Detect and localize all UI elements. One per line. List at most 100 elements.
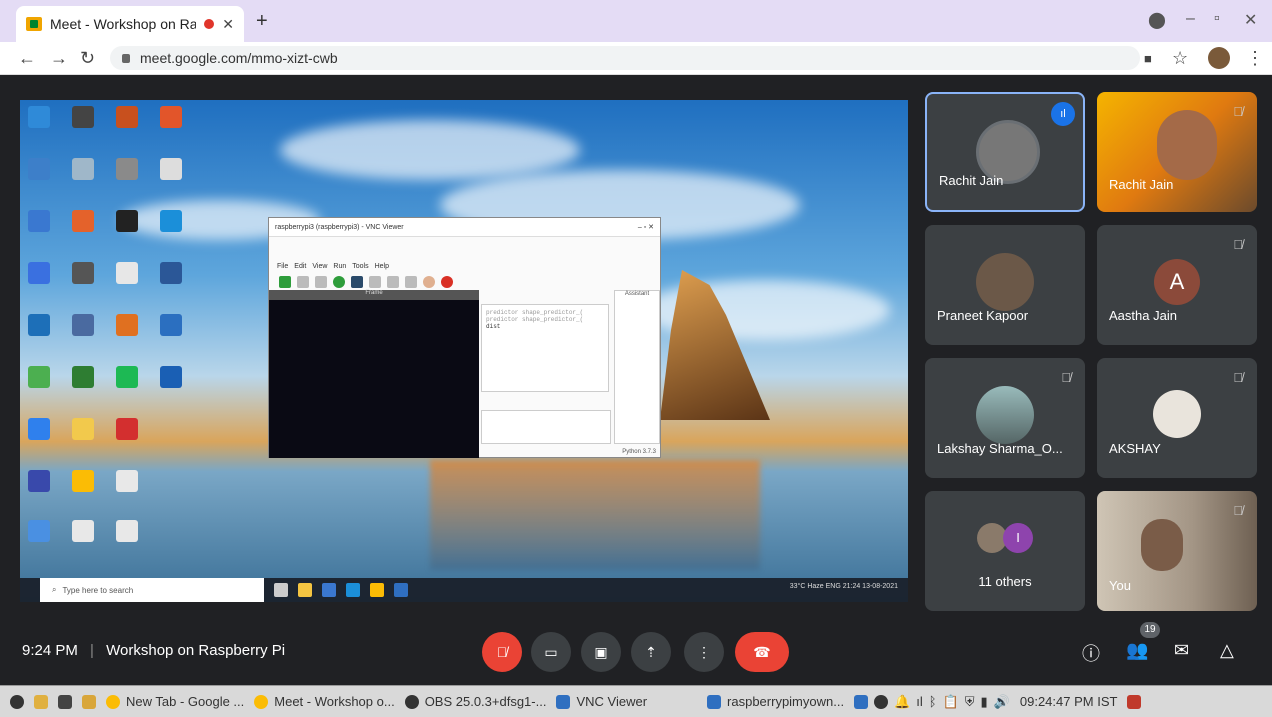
chrome-menu-icon[interactable]: ⋮ xyxy=(1246,48,1264,69)
participant-tile[interactable]: Praneet Kapoor xyxy=(925,225,1085,345)
desktop-app-icon[interactable] xyxy=(28,470,50,492)
activities-icon[interactable]: △ xyxy=(1220,640,1234,661)
present-button[interactable]: ⇡ xyxy=(631,632,671,672)
back-arrow-icon[interactable]: ← xyxy=(18,48,36,69)
bookmark-star-icon[interactable]: ☆ xyxy=(1172,48,1188,69)
notification-bell-icon[interactable]: 🔔 xyxy=(894,694,910,710)
desktop-app-icon[interactable] xyxy=(116,158,138,180)
taskbar-item-raspberrypi[interactable]: raspberrypimyown... xyxy=(707,694,844,709)
profile-avatar[interactable] xyxy=(1208,47,1230,69)
desktop-app-icon[interactable] xyxy=(28,210,50,232)
chrome-icon[interactable] xyxy=(72,470,94,492)
start-menu-icon[interactable] xyxy=(10,694,24,709)
desktop-app-icon[interactable] xyxy=(28,158,50,180)
close-window-icon[interactable]: ✕ xyxy=(1244,10,1257,30)
participant-tile[interactable]: 🎙̸ Rachit Jain xyxy=(1097,92,1257,212)
url-field[interactable]: meet.google.com/mmo-xizt-cwb xyxy=(110,46,1140,70)
desktop-app-icon[interactable] xyxy=(72,418,94,440)
debug-icon[interactable] xyxy=(351,276,363,288)
profile-circle-icon[interactable]: ⬤ xyxy=(1148,10,1166,30)
open-file-icon[interactable] xyxy=(297,276,309,288)
zoom-icon[interactable] xyxy=(28,262,50,284)
stop-icon[interactable] xyxy=(441,276,453,288)
clipboard-icon[interactable]: 📋 xyxy=(943,694,959,710)
captions-button[interactable]: ▣ xyxy=(581,632,621,672)
obs-icon[interactable] xyxy=(116,210,138,232)
step-out-icon[interactable] xyxy=(405,276,417,288)
code-editor[interactable]: predictor shape_predictor_( predictor sh… xyxy=(481,304,609,392)
taskbar-item-obs[interactable]: OBS 25.0.3+dfsg1-... xyxy=(404,694,546,709)
desktop-app-icon[interactable] xyxy=(28,106,50,128)
volume-icon[interactable]: 🔊 xyxy=(994,694,1010,710)
menu-view[interactable]: View xyxy=(312,263,327,270)
menu-help[interactable]: Help xyxy=(375,263,389,270)
participant-tile[interactable]: 🎙̸ Lakshay Sharma_O... xyxy=(925,358,1085,478)
menu-run[interactable]: Run xyxy=(333,263,346,270)
desktop-app-icon[interactable] xyxy=(28,366,50,388)
battery-icon[interactable]: ▮ xyxy=(981,694,988,710)
resume-icon[interactable] xyxy=(423,276,435,288)
taskbar-item-vnc[interactable]: VNC Viewer xyxy=(556,694,647,709)
task-view-icon[interactable] xyxy=(274,583,288,597)
desktop-app-icon[interactable] xyxy=(72,106,94,128)
desktop-app-icon[interactable] xyxy=(160,106,182,128)
folder-icon[interactable] xyxy=(82,694,96,709)
ide-icon[interactable] xyxy=(160,262,182,284)
menu-tools[interactable]: Tools xyxy=(352,263,368,270)
camera-toggle-button[interactable]: ▭ xyxy=(531,632,571,672)
desktop-app-icon[interactable] xyxy=(160,314,182,336)
desktop-app-icon[interactable] xyxy=(72,314,94,336)
end-call-button[interactable]: ☎ xyxy=(735,632,789,672)
save-file-icon[interactable] xyxy=(315,276,327,288)
tab-close-icon[interactable]: ✕ xyxy=(222,16,234,33)
vnc-tray-icon[interactable] xyxy=(854,694,869,709)
shield-icon[interactable]: ⛨ xyxy=(965,694,975,710)
menu-file[interactable]: File xyxy=(277,263,288,270)
terminal-icon[interactable] xyxy=(58,694,72,709)
taskbar-item-meet[interactable]: Meet - Workshop o... xyxy=(254,694,395,709)
meeting-details-icon[interactable]: ⓘ xyxy=(1082,640,1100,666)
file-explorer-icon[interactable] xyxy=(298,583,312,597)
step-into-icon[interactable] xyxy=(387,276,399,288)
windows-search-box[interactable]: ⌕ Type here to search xyxy=(40,578,264,602)
firefox-icon[interactable] xyxy=(72,210,94,232)
network-signal-icon[interactable]: ıl xyxy=(916,694,923,709)
desktop-app-icon[interactable] xyxy=(28,314,50,336)
matlab-icon[interactable] xyxy=(116,314,138,336)
bluetooth-icon[interactable]: ᛒ xyxy=(929,694,937,709)
edge-icon[interactable] xyxy=(160,210,182,232)
chrome-icon[interactable] xyxy=(370,583,384,597)
desktop-app-icon[interactable] xyxy=(72,262,94,284)
desktop-app-icon[interactable] xyxy=(28,418,50,440)
desktop-app-icon[interactable] xyxy=(116,520,138,542)
chat-icon[interactable]: ✉ xyxy=(1174,640,1189,661)
taskbar-item-new-tab[interactable]: New Tab - Google ... xyxy=(106,694,244,709)
people-icon[interactable]: 👥 xyxy=(1126,640,1148,661)
vnc-taskbar-icon[interactable] xyxy=(394,583,408,597)
participant-tile-self[interactable]: 🎙̸ You xyxy=(1097,491,1257,611)
mic-toggle-button[interactable]: 🎙̸ xyxy=(482,632,522,672)
spotify-icon[interactable] xyxy=(116,366,138,388)
show-desktop-icon[interactable] xyxy=(34,694,48,709)
menu-edit[interactable]: Edit xyxy=(294,263,306,270)
desktop-app-icon[interactable] xyxy=(72,366,94,388)
restore-icon[interactable]: ▫ xyxy=(1214,10,1220,28)
desktop-app-icon[interactable] xyxy=(116,106,138,128)
acrobat-icon[interactable] xyxy=(116,418,138,440)
reload-icon[interactable]: ↻ xyxy=(80,48,95,69)
desktop-app-icon[interactable] xyxy=(160,158,182,180)
participant-tile[interactable]: 🎙̸ AKSHAY xyxy=(1097,358,1257,478)
desktop-app-icon[interactable] xyxy=(72,520,94,542)
obs-tray-icon[interactable] xyxy=(874,694,889,709)
system-clock[interactable]: 09:24:47 PM IST xyxy=(1020,694,1118,709)
camera-frame-window[interactable]: Frame xyxy=(269,290,479,458)
new-tab-button[interactable]: + xyxy=(256,10,268,33)
screenshot-tray-icon[interactable] xyxy=(1127,694,1142,709)
mail-icon[interactable] xyxy=(322,583,336,597)
browser-tab-meet[interactable]: Meet - Workshop on Rasp ✕ xyxy=(16,6,244,42)
vnc-viewer-window[interactable]: raspberrypi3 (raspberrypi3) - VNC Viewer… xyxy=(268,217,661,458)
more-options-button[interactable]: ⋮ xyxy=(684,632,724,672)
new-file-icon[interactable] xyxy=(279,276,291,288)
desktop-app-icon[interactable] xyxy=(116,470,138,492)
recycle-bin-icon[interactable] xyxy=(72,158,94,180)
